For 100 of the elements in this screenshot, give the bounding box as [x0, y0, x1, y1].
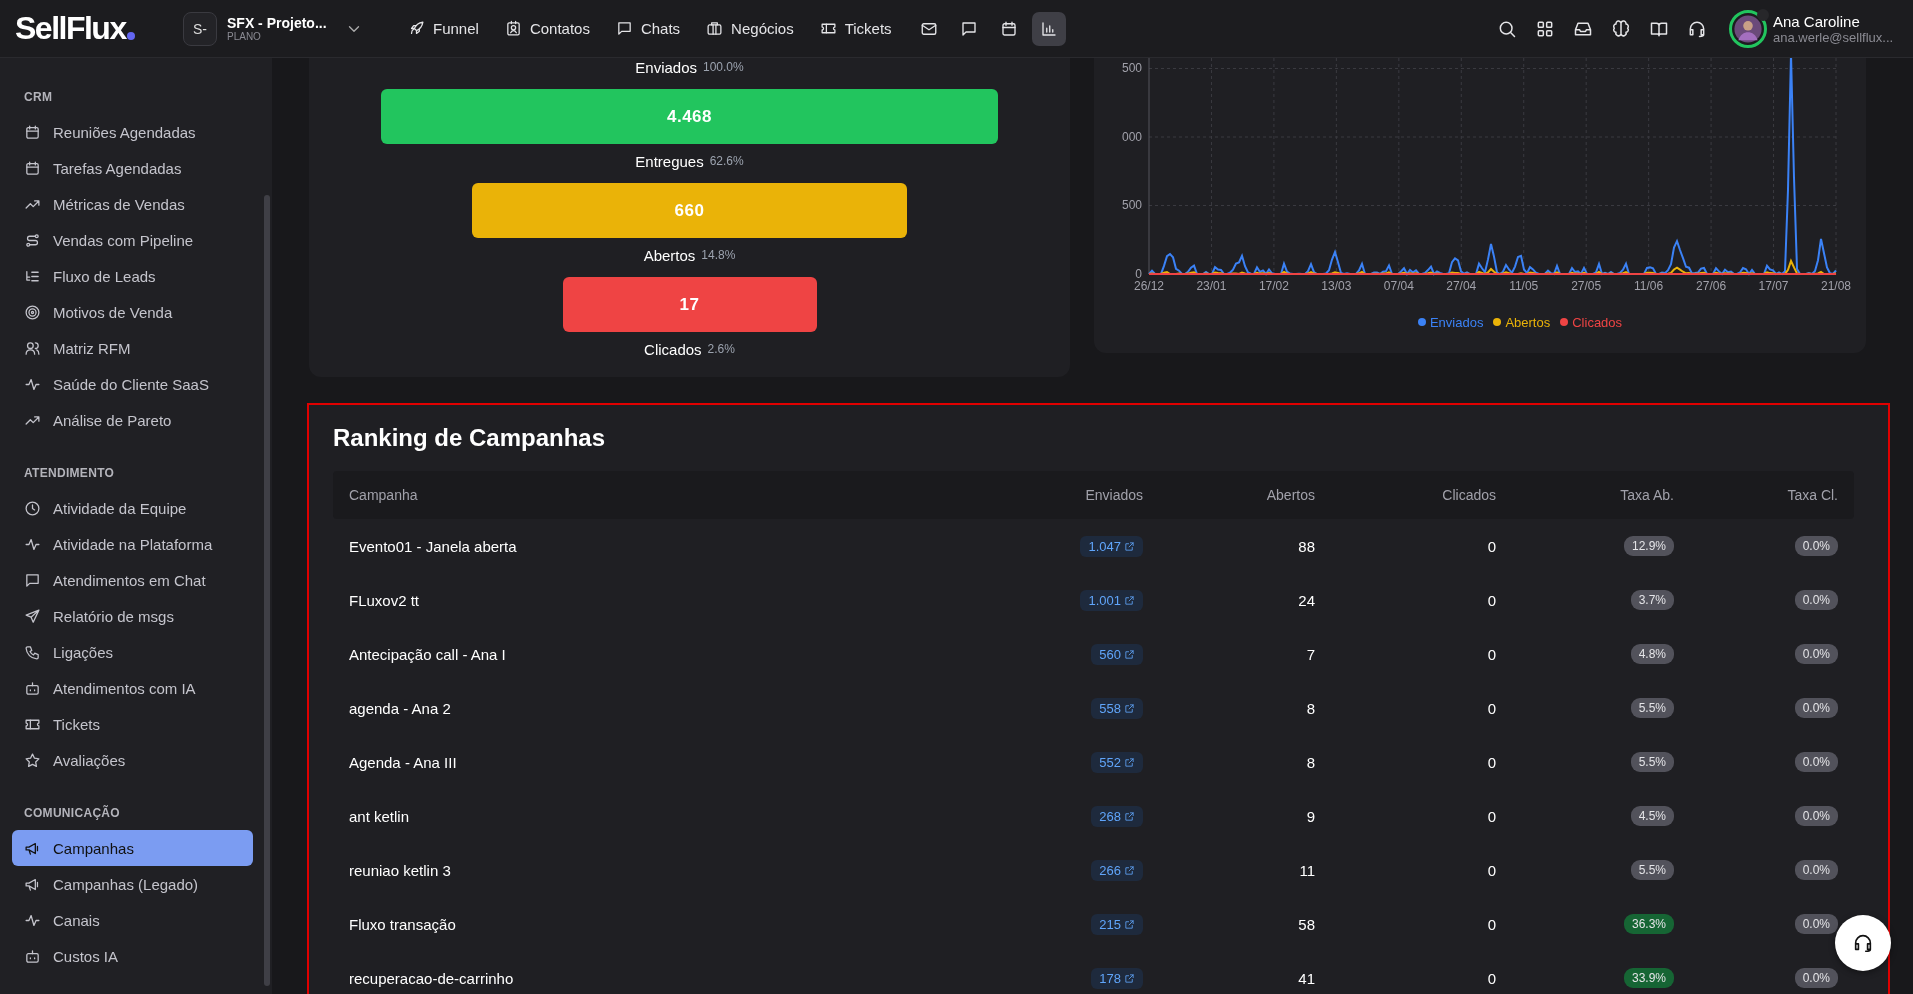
- rate-badge: 0.0%: [1794, 914, 1838, 934]
- legend-label[interactable]: Clicados: [1572, 314, 1623, 330]
- sidebar-item[interactable]: Ligações: [12, 634, 253, 670]
- rate-badge: 0.0%: [1794, 806, 1838, 826]
- toolbar-button[interactable]: [1031, 11, 1066, 46]
- sidebar-item[interactable]: Campanhas: [12, 830, 253, 866]
- bar-chart-icon: [1039, 19, 1058, 38]
- table-cell-text: 0: [1486, 861, 1496, 879]
- column-header[interactable]: Enviados: [1003, 487, 1143, 503]
- sidebar-item[interactable]: Atividade na Plataforma: [12, 526, 253, 562]
- calendar-icon: [999, 19, 1018, 38]
- sent-link[interactable]: 178: [1091, 967, 1143, 989]
- sidebar-item[interactable]: Vendas com Pipeline: [12, 222, 253, 258]
- column-header[interactable]: Campanha: [349, 487, 1003, 503]
- external-link-icon: [1124, 540, 1135, 552]
- logo[interactable]: SellFlux: [15, 10, 126, 47]
- brain-icon[interactable]: [1611, 18, 1631, 39]
- external-link-icon: [1124, 648, 1135, 660]
- axis-label: 17/07: [1758, 279, 1789, 293]
- sidebar-item[interactable]: Motivos de Venda: [12, 294, 253, 330]
- axis-label: 11/05: [1509, 279, 1539, 293]
- column-header[interactable]: Taxa Ab.: [1496, 487, 1674, 503]
- table-cell-text: 0: [1486, 537, 1496, 555]
- avatar[interactable]: [1729, 9, 1767, 48]
- rate-badge: 4.8%: [1630, 644, 1674, 664]
- nav-link[interactable]: Chats: [607, 14, 689, 43]
- nav-link[interactable]: Tickets: [811, 14, 900, 43]
- nav-link[interactable]: Negócios: [698, 14, 802, 43]
- contact-card-icon: [504, 20, 522, 37]
- nav-link[interactable]: Contatos: [496, 14, 598, 43]
- sidebar-item[interactable]: Avaliações: [12, 742, 253, 778]
- sidebar-item[interactable]: Relatório de msgs: [12, 598, 253, 634]
- external-link-icon: [1124, 810, 1135, 822]
- column-header[interactable]: Abertos: [1143, 487, 1315, 503]
- table-cell-text: Fluxo transação: [349, 915, 457, 933]
- external-link-icon: [1124, 756, 1135, 768]
- rate-badge: 5.5%: [1630, 860, 1674, 880]
- sidebar-item[interactable]: Atendimentos em Chat: [12, 562, 253, 598]
- sent-link[interactable]: 266: [1091, 859, 1143, 881]
- table-cell-text: FLuxov2 tt: [349, 591, 421, 609]
- sidebar-item[interactable]: Reuniões Agendadas: [12, 114, 253, 150]
- sidebar-item[interactable]: Saúde do Cliente SaaS: [12, 366, 253, 402]
- headset-icon: [1852, 932, 1874, 954]
- external-link-icon: [1124, 702, 1135, 714]
- table-cell-text: 0: [1486, 807, 1496, 825]
- sent-link[interactable]: 558: [1091, 697, 1143, 719]
- table-cell-text: 41: [1297, 969, 1315, 987]
- axis-label: 500: [1121, 198, 1142, 212]
- project-name[interactable]: SFX - Projeto...: [227, 15, 327, 31]
- axis-label: 26/12: [1134, 279, 1164, 293]
- stage-label: Enviados: [635, 58, 697, 76]
- robot-icon: [24, 947, 41, 965]
- sidebar-item[interactable]: Campanhas (Legado): [12, 866, 253, 902]
- sidebar-item[interactable]: Análise de Pareto: [12, 402, 253, 438]
- table-cell-text: Antecipação call - Ana I: [349, 645, 507, 663]
- sidebar-item[interactable]: Canais: [12, 902, 253, 938]
- sent-link[interactable]: 1.047: [1080, 535, 1143, 557]
- table-cell-text: reuniao ketlin 3: [349, 861, 452, 879]
- legend-label[interactable]: Abertos: [1505, 314, 1551, 330]
- rate-badge: 12.9%: [1623, 536, 1674, 556]
- stage-percent: 14.8%: [701, 248, 736, 262]
- column-header[interactable]: Clicados: [1315, 487, 1496, 503]
- table-cell-text: agenda - Ana 2: [349, 699, 452, 717]
- sent-link[interactable]: 552: [1091, 751, 1143, 773]
- column-header[interactable]: Taxa Cl.: [1674, 487, 1838, 503]
- sidebar-item[interactable]: Fluxo de Leads: [12, 258, 253, 294]
- table-cell-text: 88: [1297, 537, 1315, 555]
- rate-badge: 0.0%: [1794, 968, 1838, 988]
- sidebar-item[interactable]: Tickets: [12, 706, 253, 742]
- sidebar-item[interactable]: Custos IA: [12, 938, 253, 974]
- sidebar-item[interactable]: Atividade da Equipe: [12, 490, 253, 526]
- sent-link[interactable]: 268: [1091, 805, 1143, 827]
- section-heading: ATENDIMENTO: [23, 466, 116, 482]
- axis-label: 27/05: [1571, 279, 1602, 293]
- sidebar-item[interactable]: Matriz RFM: [12, 330, 253, 366]
- sidebar-item[interactable]: Atendimentos com IA: [12, 670, 253, 706]
- axis-label: 21/08: [1821, 279, 1851, 293]
- funnel-bar: 4.468: [381, 89, 998, 144]
- table-cell-text: 11: [1298, 861, 1315, 879]
- table-cell-text: 7: [1305, 645, 1315, 663]
- axis-label: 27/04: [1446, 279, 1477, 293]
- table-cell-text: 0: [1486, 969, 1496, 987]
- legend-label[interactable]: Enviados: [1429, 314, 1484, 330]
- rocket-icon: [408, 20, 425, 37]
- external-link-icon: [1124, 864, 1135, 876]
- nav-link[interactable]: Funnel: [400, 14, 487, 43]
- sent-link[interactable]: 1.001: [1080, 589, 1143, 611]
- sent-link[interactable]: 215: [1091, 913, 1143, 935]
- axis-label: 000: [1121, 129, 1142, 144]
- table-cell-text: 0: [1486, 915, 1496, 933]
- stage-label: Clicados: [644, 340, 702, 358]
- sidebar-item[interactable]: Métricas de Vendas: [12, 186, 253, 222]
- chat-bubble-icon: [24, 571, 41, 589]
- phone-icon: [24, 643, 41, 661]
- table-cell-text: recuperacao-de-carrinho: [349, 969, 515, 987]
- sent-link[interactable]: 560: [1091, 643, 1143, 665]
- stage-percent: 100.0%: [703, 60, 744, 74]
- external-link-icon: [1124, 972, 1135, 984]
- sidebar-item[interactable]: Tarefas Agendadas: [12, 150, 253, 186]
- stage-percent: 2.6%: [707, 342, 735, 356]
